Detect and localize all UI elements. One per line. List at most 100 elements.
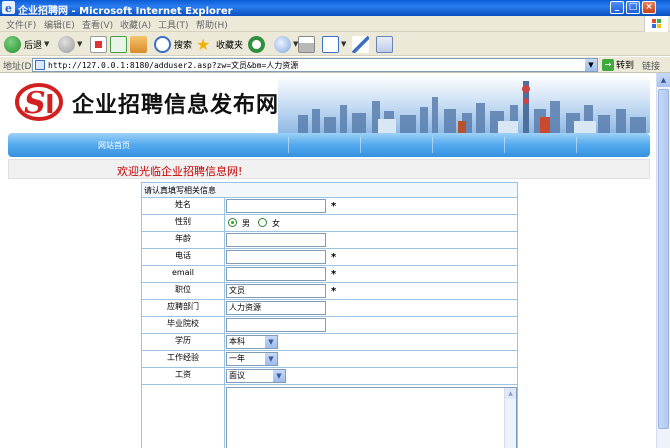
menu-help[interactable]: 帮助(H) <box>196 18 228 31</box>
go-label: 转到 <box>616 61 635 71</box>
favorites-button[interactable]: ★ 收藏夹 <box>196 35 243 53</box>
search-button[interactable]: 搜索 <box>154 35 192 53</box>
favorites-star-icon: ★ <box>196 34 211 54</box>
menu-tools[interactable]: 工具(T) <box>158 18 189 31</box>
messenger-button[interactable] <box>352 35 369 53</box>
page-icon <box>35 60 45 70</box>
education-value: 本科 <box>229 337 245 346</box>
age-input[interactable] <box>226 233 326 247</box>
form-row-name: 姓名 * <box>141 197 518 214</box>
position-input[interactable]: 文员 <box>226 284 326 298</box>
forward-button[interactable]: ▼ <box>58 35 82 53</box>
print-icon <box>298 35 315 53</box>
back-label: 后退 <box>24 40 43 51</box>
application-form: 请认真填写相关信息 姓名 * 性别 男 女 年龄 电话 * email * 职位… <box>141 182 518 448</box>
education-select[interactable]: 本科 ▼ <box>226 335 278 349</box>
department-label: 应聘部门 <box>142 300 225 316</box>
home-icon <box>130 35 147 53</box>
minimize-button[interactable]: _ <box>610 1 624 14</box>
scrollbar-thumb[interactable] <box>658 89 669 429</box>
form-row-position: 职位 文员 * <box>141 282 518 299</box>
education-label: 学历 <box>142 334 225 350</box>
nav-home-link[interactable]: 网站首页 <box>98 140 130 151</box>
menu-edit[interactable]: 编辑(E) <box>44 18 75 31</box>
close-button[interactable]: × <box>642 1 656 14</box>
form-row-age: 年龄 <box>141 231 518 248</box>
form-row-department: 应聘部门 人力资源 <box>141 299 518 316</box>
maximize-button[interactable]: □ <box>626 1 640 14</box>
experience-select[interactable]: 一年 ▼ <box>226 352 278 366</box>
menu-bar: 文件(F) 编辑(E) 查看(V) 收藏(A) 工具(T) 帮助(H) <box>0 16 670 32</box>
scroll-up-icon[interactable]: ▲ <box>657 73 670 87</box>
required-mark: * <box>331 201 337 212</box>
go-arrow-icon: → <box>602 58 614 71</box>
gender-female-radio[interactable] <box>258 218 267 227</box>
gender-male-label: 男 <box>242 219 250 228</box>
stop-button[interactable] <box>90 35 107 53</box>
position-label: 职位 <box>142 283 225 299</box>
form-row-education: 学历 本科 ▼ <box>141 333 518 350</box>
mail-button[interactable]: ▼ <box>274 35 298 53</box>
form-row-gender: 性别 男 女 <box>141 214 518 231</box>
gender-male-radio[interactable] <box>228 218 237 227</box>
nav-separator <box>576 137 577 153</box>
page-scrollbar[interactable]: ▲ <box>656 73 670 448</box>
svg-text:S: S <box>24 86 46 121</box>
nav-separator <box>504 137 505 153</box>
school-input[interactable] <box>226 318 326 332</box>
salary-select[interactable]: 面议 ▼ <box>226 369 286 383</box>
nav-separator <box>288 137 289 153</box>
chevron-down-icon: ▼ <box>341 40 347 48</box>
chevron-down-icon: ▼ <box>77 40 83 48</box>
department-input[interactable]: 人力资源 <box>226 301 326 315</box>
phone-label: 电话 <box>142 249 225 265</box>
form-row-salary: 工资 面议 ▼ <box>141 367 518 384</box>
research-icon <box>376 35 393 53</box>
chevron-down-icon[interactable]: ▼ <box>585 59 597 71</box>
research-button[interactable] <box>376 35 393 53</box>
main-nav: 网站首页 <box>8 133 650 157</box>
chevron-down-icon: ▼ <box>265 336 277 348</box>
menu-file[interactable]: 文件(F) <box>6 18 36 31</box>
name-label: 姓名 <box>142 198 225 214</box>
history-button[interactable] <box>248 35 265 53</box>
textarea-scrollbar[interactable]: ▲ <box>504 388 516 448</box>
page-content: S I 企业招聘信息发布网 网站首页 欢迎光临企业招聘信息网! 请认真填写相关信… <box>0 73 656 448</box>
menu-favorites[interactable]: 收藏(A) <box>120 18 151 31</box>
word-edit-icon <box>322 35 339 53</box>
print-button[interactable] <box>298 35 315 53</box>
phone-input[interactable] <box>226 250 326 264</box>
email-input[interactable] <box>226 267 326 281</box>
menu-view[interactable]: 查看(V) <box>82 18 113 31</box>
required-mark: * <box>331 286 337 297</box>
back-button[interactable]: 后退 ▼ <box>4 35 49 53</box>
form-row-notes: ▲ <box>141 384 518 448</box>
home-button[interactable] <box>130 35 147 53</box>
links-button[interactable]: 链接 <box>642 59 660 72</box>
address-url: http://127.0.0.1:8180/adduser2.asp?zw=文员… <box>48 61 299 70</box>
notes-textarea[interactable]: ▲ <box>226 387 517 448</box>
site-banner: S I 企业招聘信息发布网 <box>8 75 650 133</box>
site-title: 企业招聘信息发布网 <box>72 93 280 118</box>
gender-female-label: 女 <box>272 219 280 228</box>
scroll-up-icon[interactable]: ▲ <box>505 388 516 399</box>
windows-logo-icon <box>644 16 668 32</box>
nav-separator <box>360 137 361 153</box>
form-row-experience: 工作经验 一年 ▼ <box>141 350 518 367</box>
chevron-down-icon: ▼ <box>273 370 285 382</box>
age-label: 年龄 <box>142 232 225 248</box>
address-input[interactable]: http://127.0.0.1:8180/adduser2.asp?zw=文员… <box>32 58 598 72</box>
required-mark: * <box>331 269 337 280</box>
edit-button[interactable]: ▼ <box>322 35 346 53</box>
city-skyline-image <box>278 75 650 133</box>
search-icon <box>154 35 171 53</box>
name-input[interactable] <box>226 199 326 213</box>
history-icon <box>248 35 265 53</box>
refresh-button[interactable] <box>110 35 127 53</box>
window-titlebar: e 企业招聘网 - Microsoft Internet Explorer _ … <box>0 0 670 17</box>
refresh-icon <box>110 35 127 53</box>
form-row-email: email * <box>141 265 518 282</box>
go-button[interactable]: → 转到 <box>602 58 634 71</box>
company-logo-icon: S I <box>15 83 63 121</box>
form-header: 请认真填写相关信息 <box>141 182 518 197</box>
